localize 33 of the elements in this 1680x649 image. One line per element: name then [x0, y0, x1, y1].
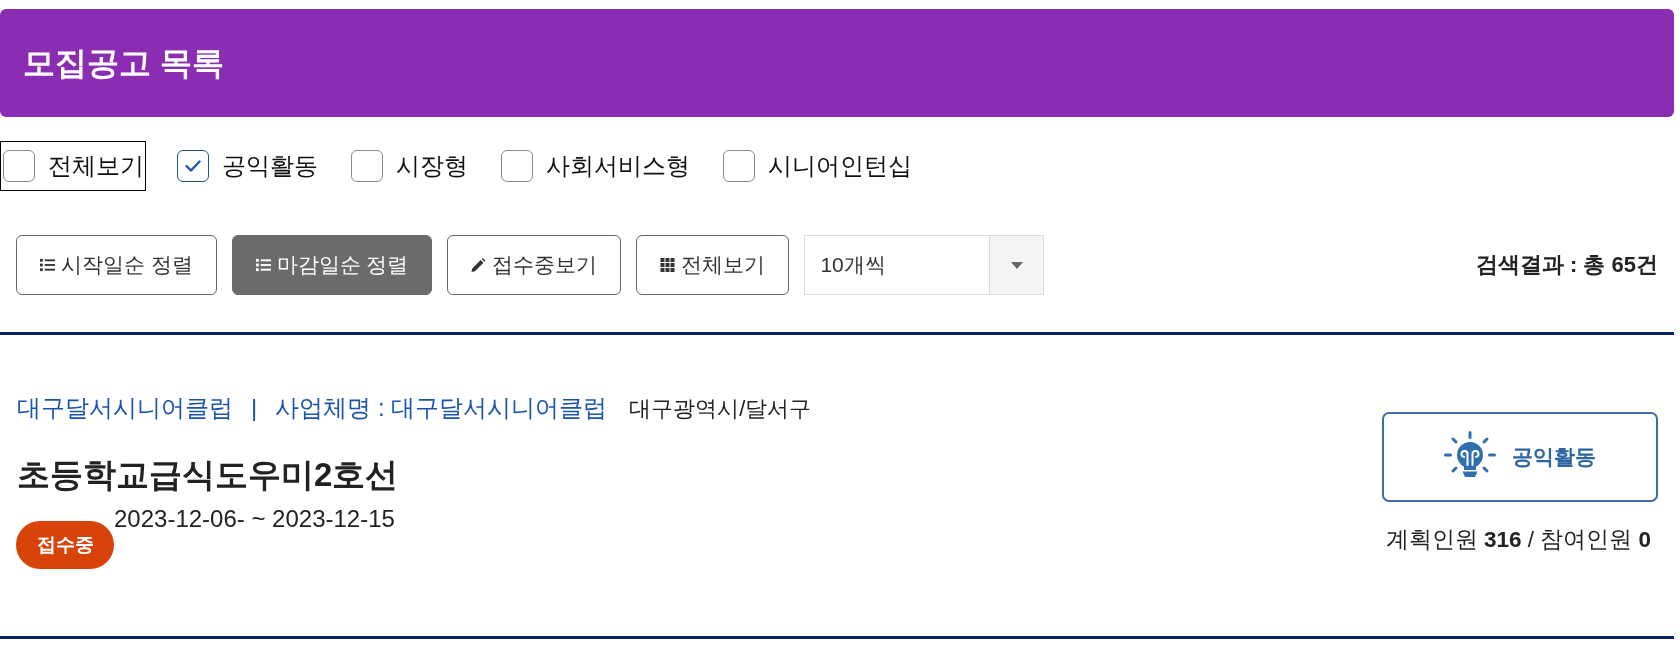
checkbox-label[interactable]: 공익활동: [222, 150, 318, 182]
listing-title[interactable]: 초등학교급식도우미2호선: [17, 455, 812, 495]
checkbox[interactable]: [3, 150, 35, 182]
filter-button[interactable]: 접수중보기: [447, 235, 622, 295]
result-count: 검색결과 : 총 65건: [1475, 251, 1658, 279]
list-icon: [255, 258, 271, 272]
checkbox-label[interactable]: 시니어인턴십: [768, 150, 912, 182]
checkbox-label[interactable]: 사회서비스형: [546, 150, 690, 182]
checkbox-label[interactable]: 시장형: [396, 150, 468, 182]
headcount: 계획인원 316 / 참여인원 0: [1385, 526, 1652, 554]
sort-button[interactable]: 시작일순 정렬: [16, 235, 217, 295]
list-icon: [40, 258, 55, 272]
pencil-icon: [471, 258, 487, 272]
separator: |: [251, 395, 258, 421]
checkbox[interactable]: [723, 150, 755, 182]
business-name: 사업체명 : 대구달서시니어클럽: [275, 395, 608, 421]
date-range: 2023-12-06- ~ 2023-12-15: [114, 505, 395, 533]
caret-icon: [1010, 261, 1023, 269]
sort-button[interactable]: 마감일순 정렬: [231, 235, 433, 295]
category-button[interactable]: 공익활동: [1382, 412, 1658, 502]
page-title: 모집공고 목록: [23, 43, 224, 83]
checkbox-label[interactable]: 전체보기: [48, 150, 144, 182]
organization-name: 대구달서시니어클럽: [17, 395, 233, 421]
checkbox[interactable]: [501, 150, 533, 182]
checkbox[interactable]: [351, 150, 383, 182]
focused-filter-option[interactable]: 전체보기: [0, 141, 146, 191]
page-size-select[interactable]: 10개씩: [804, 235, 1045, 295]
status-badge: 접수중: [16, 521, 114, 569]
grid-icon: [660, 258, 676, 272]
region-name: 대구광역시/달서구: [629, 396, 812, 422]
checkmark-icon: [185, 160, 201, 172]
view-all-button[interactable]: 전체보기: [636, 235, 790, 295]
checkbox[interactable]: [177, 150, 209, 182]
